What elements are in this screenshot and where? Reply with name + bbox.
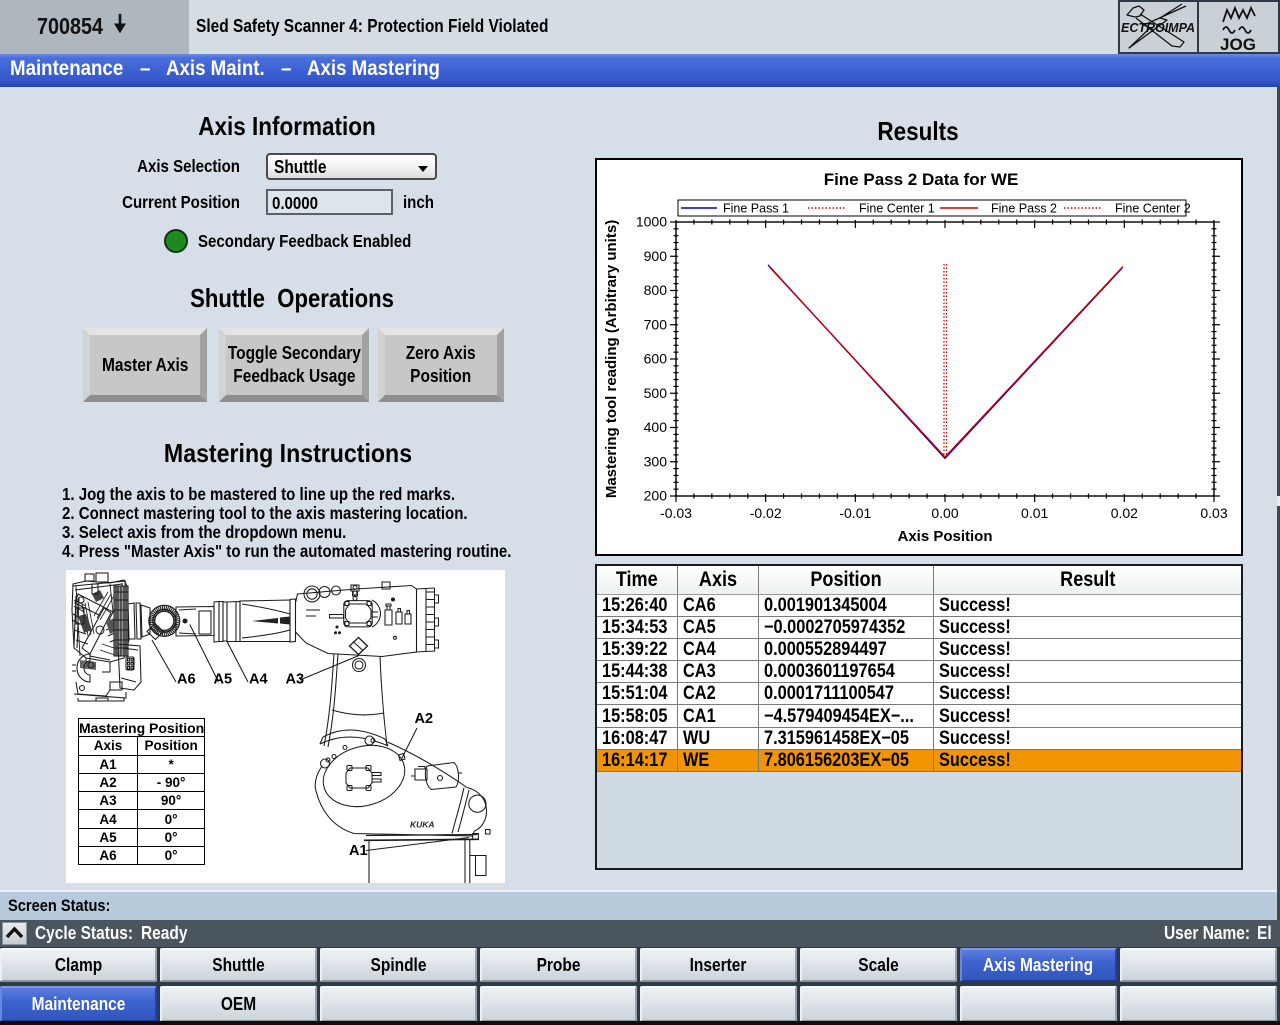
svg-text:A3: A3: [286, 672, 305, 688]
svg-text:0.02: 0.02: [1111, 505, 1138, 521]
svg-text:ECTROIMPA: ECTROIMPA: [1121, 21, 1195, 35]
svg-text:Mastering tool reading (Arbitr: Mastering tool reading (Arbitrary units): [603, 220, 620, 498]
svg-text:1000: 1000: [636, 214, 667, 230]
svg-text:700: 700: [644, 316, 668, 332]
svg-text:A6: A6: [177, 672, 196, 688]
svg-text:KUKA: KUKA: [410, 820, 435, 830]
svg-text:A5: A5: [214, 672, 233, 688]
svg-text:400: 400: [644, 419, 668, 435]
svg-text:Fine Center 1: Fine Center 1: [859, 202, 935, 216]
svg-text:800: 800: [644, 282, 668, 298]
svg-text:JOG: JOG: [1220, 35, 1256, 52]
svg-text:200: 200: [644, 488, 668, 504]
svg-text:A2: A2: [415, 711, 434, 727]
svg-text:-0.03: -0.03: [660, 505, 692, 521]
svg-text:0.03: 0.03: [1200, 505, 1227, 521]
svg-text:0.01: 0.01: [1021, 505, 1048, 521]
svg-text:0.00: 0.00: [931, 505, 958, 521]
svg-text:300: 300: [644, 453, 668, 469]
svg-text:A4: A4: [249, 672, 268, 688]
svg-text:Fine Center 2: Fine Center 2: [1115, 202, 1191, 216]
svg-text:A1: A1: [349, 843, 368, 859]
svg-text:Fine Pass 1: Fine Pass 1: [723, 202, 789, 216]
svg-text:Fine Pass 2: Fine Pass 2: [991, 202, 1057, 216]
svg-text:900: 900: [644, 248, 668, 264]
svg-text:Fine Pass 2 Data for WE: Fine Pass 2 Data for WE: [824, 170, 1019, 189]
svg-text:-0.01: -0.01: [839, 505, 871, 521]
svg-text:600: 600: [644, 351, 668, 367]
svg-text:-0.02: -0.02: [750, 505, 782, 521]
svg-text:Axis Position: Axis Position: [897, 528, 992, 545]
svg-text:500: 500: [644, 385, 668, 401]
